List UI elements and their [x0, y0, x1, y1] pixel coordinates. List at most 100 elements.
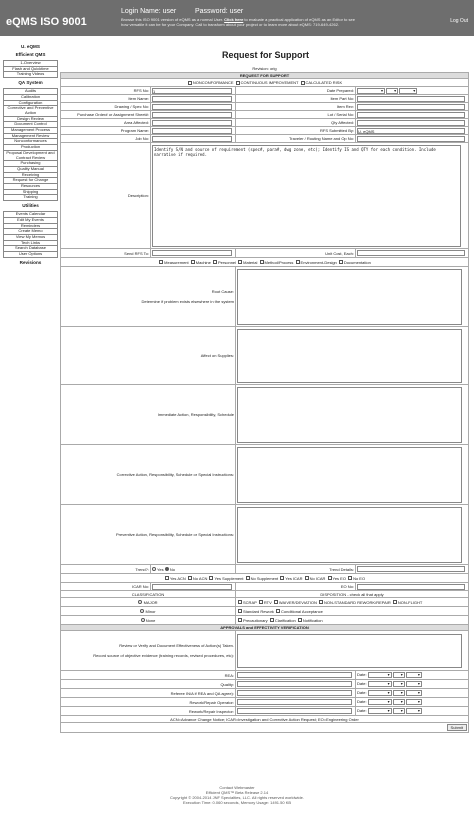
- cause-label: Environment-Design: [300, 259, 337, 265]
- conditional-acceptance-checkbox[interactable]: [276, 609, 281, 614]
- machine-checkbox[interactable]: [190, 260, 195, 265]
- non-flight-checkbox[interactable]: [392, 600, 397, 605]
- class-minor-radio[interactable]: [140, 609, 145, 614]
- date-year-select[interactable]: [405, 708, 422, 714]
- trend-yes-radio[interactable]: [152, 567, 156, 572]
- description-textarea[interactable]: Identify S/N and source of requirement (…: [152, 145, 461, 247]
- documentation-checkbox[interactable]: [338, 260, 343, 265]
- date-month-select[interactable]: [367, 708, 392, 714]
- sidebar-item[interactable]: User Options: [3, 251, 58, 258]
- cause-label: Material: [243, 259, 258, 265]
- area-affected-cell: [150, 118, 236, 127]
- corrective-action-textarea[interactable]: [237, 446, 463, 503]
- root-cause-textarea[interactable]: [237, 268, 463, 325]
- referee-field[interactable]: [237, 690, 352, 696]
- date-day-select[interactable]: [392, 672, 405, 678]
- rea-field[interactable]: [237, 672, 352, 678]
- rtv-checkbox[interactable]: [258, 600, 263, 605]
- date-year-select[interactable]: [399, 87, 418, 94]
- date-year-select[interactable]: [405, 672, 422, 678]
- logout-link[interactable]: Log Out: [450, 18, 468, 24]
- date-prepared-label: Date Prepared:: [235, 86, 356, 95]
- corrective-action-label: Corrective Action, Responsibility, Sched…: [60, 444, 236, 505]
- waiver-deviation-checkbox[interactable]: [273, 600, 278, 605]
- preventive-action-textarea[interactable]: [237, 506, 463, 563]
- measurement-checkbox[interactable]: [159, 260, 164, 265]
- rework-operator-field[interactable]: [237, 699, 352, 705]
- date-month-select[interactable]: [367, 699, 392, 705]
- lot-serial-field[interactable]: [357, 111, 465, 118]
- drawing-spec-field[interactable]: [152, 103, 233, 110]
- item-name-label: Item Name:: [60, 94, 151, 103]
- notification-checkbox[interactable]: [297, 618, 302, 623]
- class-major-radio[interactable]: [138, 600, 143, 605]
- method-process-checkbox[interactable]: [259, 260, 264, 265]
- program-name-field[interactable]: [152, 127, 233, 134]
- scrap-checkbox[interactable]: [238, 600, 242, 605]
- send-rfs-field[interactable]: [152, 250, 233, 256]
- yes-icar-checkbox[interactable]: [280, 576, 285, 581]
- non-standard-rework-checkbox[interactable]: [319, 600, 324, 605]
- class-minor-label: Minor: [145, 608, 156, 614]
- review-textarea[interactable]: [237, 633, 463, 668]
- personnel-checkbox[interactable]: [213, 260, 218, 265]
- item-name-field[interactable]: [152, 95, 233, 102]
- date-month-select[interactable]: [357, 87, 385, 94]
- rework-inspector-field[interactable]: [237, 708, 352, 714]
- root-cause-label: Root Cause:: [211, 289, 234, 294]
- date-year-select[interactable]: [405, 681, 422, 687]
- environment-design-checkbox[interactable]: [295, 260, 300, 265]
- date-month-select[interactable]: [367, 681, 392, 687]
- no-eo-checkbox[interactable]: [348, 576, 353, 581]
- item-part-no-field[interactable]: [357, 95, 465, 102]
- yes-eo-checkbox[interactable]: [327, 576, 332, 581]
- calculated-risk-checkbox[interactable]: [300, 80, 305, 85]
- unit-cost-field[interactable]: [357, 250, 465, 256]
- class-none-radio[interactable]: [140, 618, 145, 623]
- traveler-field[interactable]: [357, 135, 465, 142]
- rfs-no-field[interactable]: 1: [152, 87, 233, 94]
- eo-no-field[interactable]: [357, 583, 465, 590]
- date-day-select[interactable]: [392, 690, 405, 696]
- approval-date-cell: Date:: [355, 706, 469, 716]
- date-day-select[interactable]: [386, 87, 399, 94]
- no-supplement-checkbox[interactable]: [245, 576, 250, 581]
- clarification-checkbox[interactable]: [269, 618, 274, 623]
- job-no-field[interactable]: [152, 135, 233, 142]
- continuous-improvement-checkbox[interactable]: [235, 80, 240, 85]
- precautionary-checkbox[interactable]: [238, 618, 242, 623]
- trend-no-radio[interactable]: [164, 567, 169, 572]
- area-affected-field[interactable]: [152, 119, 233, 126]
- qty-affected-field[interactable]: [357, 119, 465, 126]
- yes-supplement-checkbox[interactable]: [209, 576, 214, 581]
- affect-suppliers-textarea[interactable]: [237, 328, 463, 383]
- sidebar-item[interactable]: Training Videos: [3, 72, 58, 79]
- icar-no-field[interactable]: [152, 583, 233, 590]
- rfs-submitted-by-field[interactable]: U. eQMS: [357, 127, 465, 134]
- legend-text: ACN=Advance Change Notice; ICAR=Investig…: [60, 715, 469, 723]
- date-year-select[interactable]: [405, 690, 422, 696]
- sidebar-item[interactable]: Training: [3, 195, 58, 202]
- item-rev-field[interactable]: [357, 103, 465, 110]
- date-label: Date:: [357, 681, 367, 687]
- po-field[interactable]: [152, 111, 233, 118]
- nonconformance-checkbox[interactable]: [187, 80, 192, 85]
- quality-field[interactable]: [237, 681, 352, 687]
- date-day-select[interactable]: [392, 699, 405, 705]
- date-month-select[interactable]: [367, 690, 392, 696]
- trend-details-label: Trend Details:: [235, 564, 356, 574]
- material-checkbox[interactable]: [238, 260, 243, 265]
- no-acn-checkbox[interactable]: [187, 576, 192, 581]
- submit-button[interactable]: Submit: [446, 724, 467, 731]
- date-day-select[interactable]: [392, 681, 405, 687]
- immediate-action-textarea[interactable]: [237, 386, 463, 443]
- qty-affected-cell: [355, 118, 469, 127]
- no-icar-checkbox[interactable]: [304, 576, 309, 581]
- standard-rework-checkbox[interactable]: [238, 609, 242, 614]
- date-month-select[interactable]: [367, 672, 392, 678]
- yes-acn-checkbox[interactable]: [164, 576, 169, 581]
- notice-options: Yes ACN No ACN Yes Supplement No Supplem…: [60, 573, 469, 583]
- trend-details-field[interactable]: [357, 566, 465, 572]
- date-year-select[interactable]: [405, 699, 422, 705]
- date-day-select[interactable]: [392, 708, 405, 714]
